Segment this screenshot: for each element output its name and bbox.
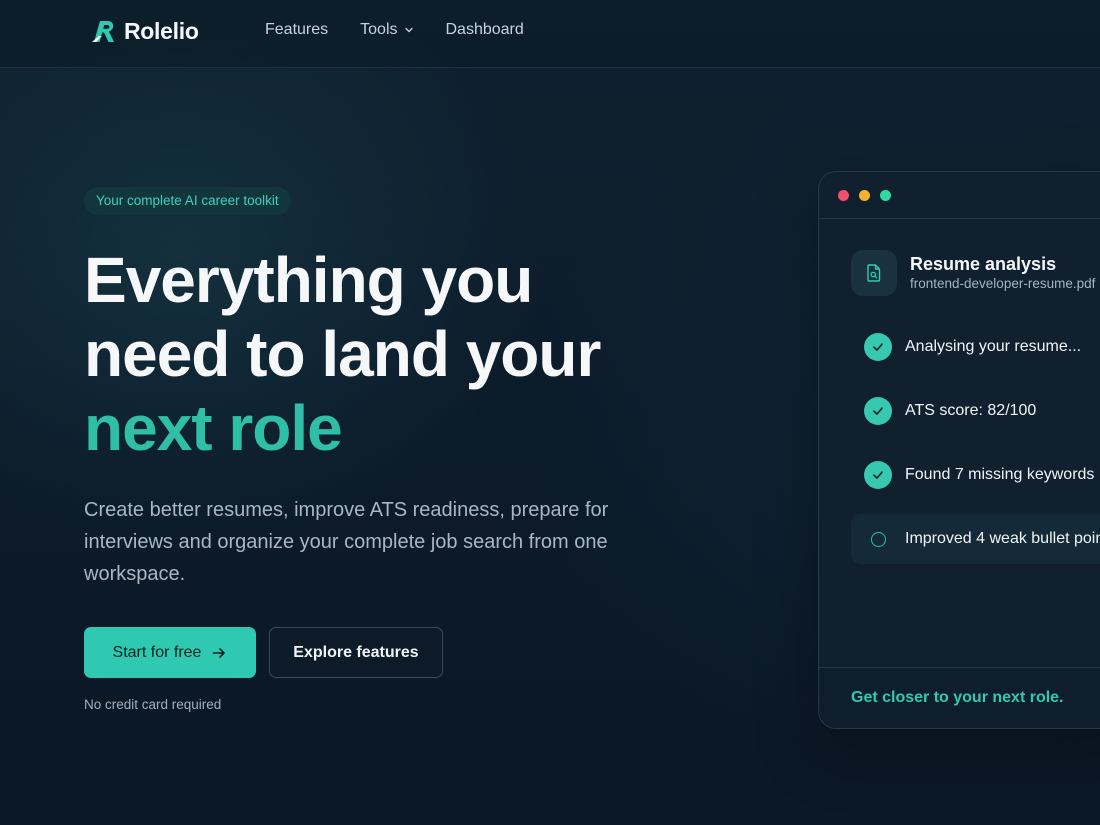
headline-accent: next role <box>84 392 343 464</box>
explore-features-button[interactable]: Explore features <box>269 627 443 678</box>
window-close-dot <box>838 189 849 201</box>
arrow-right-icon <box>213 647 226 658</box>
analysis-step-label: ATS score: 82/100 <box>905 402 1037 419</box>
landing-page: Rolelio Features Tools Dashboard Your co… <box>0 0 1100 825</box>
document-search-icon <box>851 250 897 296</box>
chevron-down-icon <box>404 27 413 33</box>
brand-logo[interactable]: Rolelio <box>90 16 199 46</box>
resume-analysis-title: Resume analysis <box>910 254 1057 274</box>
preview-titlebar <box>819 172 1100 219</box>
nav-dashboard-label: Dashboard <box>445 21 524 38</box>
brand-name: Rolelio <box>124 17 199 44</box>
analysis-step-label: Improved 4 weak bullet points <box>905 530 1100 547</box>
preview-footer: Get closer to your next role. <box>819 667 1100 728</box>
headline-line-1: Everything you <box>84 244 533 316</box>
start-for-free-label: Start for free <box>112 643 202 661</box>
explore-features-label: Explore features <box>293 643 419 661</box>
window-maximize-dot <box>880 189 891 201</box>
hero-headline: Everything you need to land your next ro… <box>84 243 704 465</box>
pending-circle-icon <box>864 525 892 553</box>
hero-badge: Your complete AI career toolkit <box>84 187 291 215</box>
hero-subtext: Create better resumes, improve ATS readi… <box>84 499 609 585</box>
analysis-step: ATS score: 82/100 <box>851 386 1100 436</box>
analysis-step: Found 7 missing keywords <box>851 450 1100 500</box>
analysis-steps: Analysing your resume... ATS score: 82/1… <box>851 322 1100 578</box>
analysis-step: Analysing your resume... <box>851 322 1100 372</box>
resume-file-header: Resume analysis frontend-developer-resum… <box>851 250 1095 296</box>
nav-features-label: Features <box>265 21 329 38</box>
analysis-step-pending: Improved 4 weak bullet points <box>851 514 1100 564</box>
nav-tools-dropdown[interactable]: Tools <box>360 21 413 39</box>
window-minimize-dot <box>859 189 870 201</box>
resume-file-meta: Resume analysis frontend-developer-resum… <box>910 253 1095 293</box>
analysis-step-label: Found 7 missing keywords <box>905 466 1095 483</box>
nav-features[interactable]: Features <box>265 21 328 39</box>
check-circle-icon <box>864 333 892 361</box>
main-nav: Features Tools Dashboard <box>265 21 524 39</box>
nav-tools-label: Tools <box>360 21 398 38</box>
headline-line-2: need to land your <box>84 318 601 390</box>
check-circle-icon <box>864 397 892 425</box>
start-for-free-button[interactable]: Start for free <box>84 627 256 678</box>
no-credit-card-note: No credit card required <box>84 697 222 712</box>
analysis-step-label: Analysing your resume... <box>905 338 1082 355</box>
top-navbar: Rolelio Features Tools Dashboard <box>0 0 1100 68</box>
rolelio-logo-icon <box>92 21 114 42</box>
resume-file-name: frontend-developer-resume.pdf <box>910 276 1096 291</box>
check-circle-icon <box>864 461 892 489</box>
resume-analysis-preview: Resume analysis frontend-developer-resum… <box>818 171 1100 729</box>
nav-dashboard[interactable]: Dashboard <box>446 21 524 39</box>
